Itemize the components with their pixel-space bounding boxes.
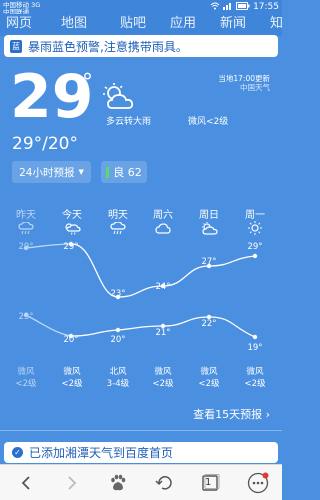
air-quality-button[interactable]: 良 62: [101, 161, 147, 183]
weather-alert[interactable]: 蓝 暴雨蓝色预警,注意携带雨具。: [4, 35, 278, 57]
cloudy-sun-icon: [100, 82, 140, 114]
tabs-button[interactable]: 1: [196, 471, 224, 495]
low-point: [252, 334, 258, 340]
high-temp-label: 29°: [18, 242, 34, 252]
more-menu-icon: [247, 472, 269, 494]
divider: [0, 430, 282, 431]
low-temp-label: 23°: [18, 312, 34, 322]
browser-toolbar: 1: [0, 464, 282, 500]
top-nav: 网页 地图 贴吧 应用 新闻 知: [0, 12, 283, 36]
day-name: 昨天: [16, 210, 36, 221]
wind-level: <2级: [152, 379, 174, 389]
battery-icon: [236, 2, 250, 12]
day-name: 周六: [153, 210, 173, 221]
wind-direction: 微风: [63, 367, 81, 377]
low-temp-label: 20°: [63, 335, 79, 345]
day-wind: 微风 <2级: [52, 366, 92, 390]
check-icon: ✓: [12, 447, 23, 458]
low-temp-label: 21°: [155, 328, 171, 338]
low-point: [115, 327, 121, 333]
day-wind: 微风 <2级: [6, 366, 46, 390]
current-condition: 多云转大雨: [106, 117, 152, 127]
wind-direction: 微风: [200, 367, 218, 377]
day-name: 明天: [108, 210, 128, 221]
hourly-forecast-button[interactable]: 24小时预报 ▼: [12, 161, 91, 183]
day-wind: 微风 <2级: [189, 366, 229, 390]
baidu-home-button[interactable]: [104, 471, 132, 495]
nav-map[interactable]: 地图: [61, 12, 87, 31]
nav-apps[interactable]: 应用: [170, 12, 196, 31]
current-wind: 微风<2级: [188, 117, 229, 127]
back-button[interactable]: [12, 471, 40, 495]
refresh-button[interactable]: [151, 471, 179, 495]
hourly-forecast-label: 24小时预报: [19, 166, 75, 179]
refresh-icon: [155, 476, 172, 490]
degree-symbol: °: [82, 70, 93, 95]
high-point: [252, 253, 258, 259]
wind-level: 3-4级: [106, 379, 130, 389]
day-wind: 北风 3-4级: [98, 366, 138, 390]
low-temp-label: 22°: [201, 319, 217, 329]
menu-button[interactable]: [244, 471, 272, 495]
fifteen-day-forecast-link[interactable]: 查看15天预报 ›: [193, 406, 270, 422]
day-name: 周一: [245, 210, 265, 221]
nav-news[interactable]: 新闻: [220, 12, 246, 31]
temperature-range: 29°/20°: [12, 134, 78, 154]
high-temp-label: 29°: [63, 242, 79, 252]
nav-tieba[interactable]: 贴吧: [120, 12, 146, 31]
alert-text: 暴雨蓝色预警,注意携带雨具。: [28, 39, 188, 54]
added-to-homepage-text: 已添加湘潭天气到百度首页: [29, 446, 174, 460]
tab-count: 1: [205, 477, 212, 488]
clock-time: 17:55: [253, 2, 279, 12]
data-source: 中国天气: [240, 83, 270, 92]
day-wind: 微风 <2级: [143, 366, 183, 390]
wind-direction: 微风: [246, 367, 264, 377]
back-arrow-icon: [21, 476, 30, 490]
day-name: 今天: [62, 210, 82, 221]
nav-more[interactable]: 知: [270, 12, 283, 31]
wind-direction: 微风: [154, 367, 172, 377]
low-temp-label: 20°: [110, 335, 126, 345]
wind-level: <2级: [61, 379, 83, 389]
wind-level: <2级: [15, 379, 37, 389]
high-temp-label: 24°: [155, 282, 171, 292]
forward-arrow-icon: [68, 476, 77, 490]
nav-web[interactable]: 网页: [6, 12, 32, 31]
high-temp-label: 29°: [247, 242, 263, 252]
temperature-curve-chart: [23, 241, 258, 340]
air-quality-label: 良 62: [113, 166, 142, 179]
alert-level-badge: 蓝: [10, 39, 22, 53]
wind-direction: 微风: [17, 367, 35, 377]
current-temperature: 29: [10, 62, 94, 132]
baidu-paw-icon: [111, 474, 126, 491]
wind-level: <2级: [198, 379, 220, 389]
added-to-homepage-notice[interactable]: ✓ 已添加湘潭天气到百度首页: [4, 442, 278, 463]
high-temp-label: 23°: [110, 289, 126, 299]
forward-button[interactable]: [58, 471, 86, 495]
air-quality-bar-icon: [106, 166, 110, 178]
wind-direction: 北风: [109, 367, 127, 377]
day-name: 周日: [199, 210, 219, 221]
wind-level: <2级: [244, 379, 266, 389]
low-temp-label: 19°: [247, 343, 263, 353]
wifi-icon: [210, 2, 220, 12]
day-wind: 微风 <2级: [235, 366, 275, 390]
signal-icon: [223, 2, 233, 12]
high-temp-label: 27°: [201, 257, 217, 267]
chevron-down-icon: ▼: [78, 168, 84, 176]
